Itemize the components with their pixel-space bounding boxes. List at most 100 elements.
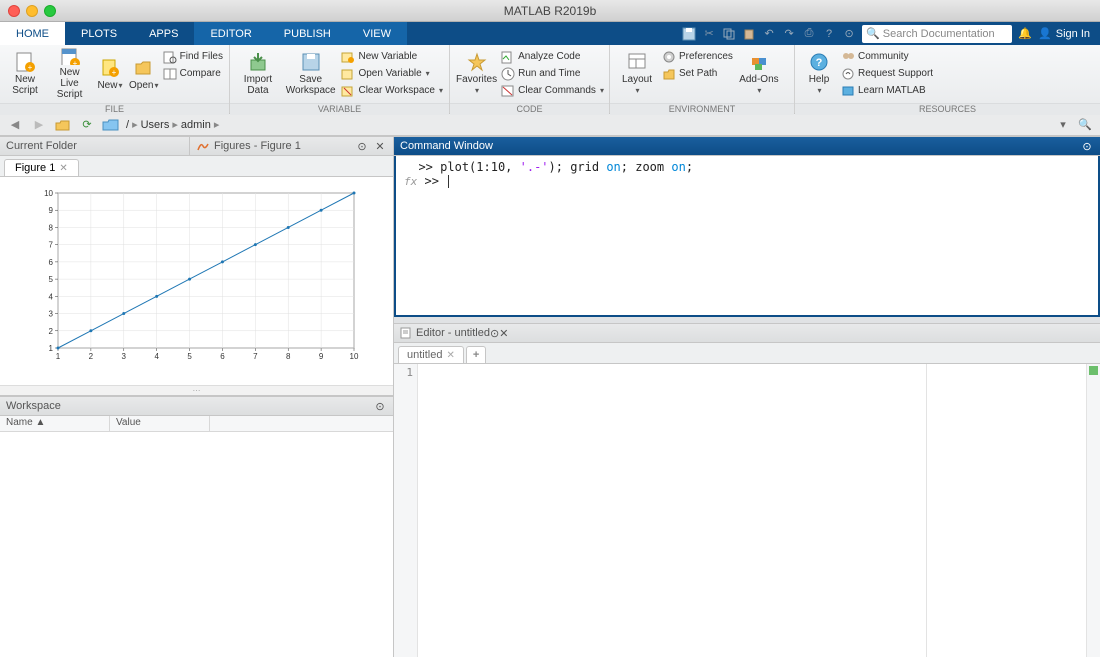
analyze-code-button[interactable]: Analyze Code — [501, 48, 604, 65]
compare-button[interactable]: Compare — [163, 65, 223, 82]
open-variable-button[interactable]: Open Variable ▾ — [341, 65, 443, 82]
learn-matlab-button[interactable]: Learn MATLAB — [841, 82, 933, 99]
window-close-button[interactable] — [8, 5, 20, 17]
tab-plots[interactable]: PLOTS — [65, 22, 133, 45]
cmd-text1: plot(1:10, — [440, 160, 519, 174]
folder-history-icon[interactable]: ⟳ — [78, 116, 96, 134]
breadcrumb[interactable]: /▸ Users▸ admin▸ — [126, 118, 219, 131]
minimize-ribbon-icon[interactable]: ⊙ — [842, 27, 856, 41]
new-variable-button[interactable]: New Variable — [341, 48, 443, 65]
workspace-col-name[interactable]: Name ▲ — [0, 416, 110, 431]
print-icon[interactable]: ⎙ — [802, 27, 816, 41]
bell-icon[interactable]: 🔔 — [1018, 27, 1032, 41]
tab-publish[interactable]: PUBLISH — [268, 22, 347, 45]
editor-tab-label: untitled — [407, 349, 442, 361]
workspace-actions-icon[interactable]: ⊙ — [373, 399, 387, 413]
community-button[interactable]: Community — [841, 48, 933, 65]
editor-text-area[interactable] — [418, 364, 926, 657]
workspace-body[interactable] — [0, 432, 393, 657]
set-path-button[interactable]: Set Path — [662, 65, 733, 82]
addons-button[interactable]: Add-Ons▾ — [737, 48, 781, 100]
breadcrumb-root[interactable]: / — [126, 119, 129, 131]
workspace-panel-header[interactable]: Workspace ⊙ — [0, 396, 393, 416]
figures-panel-header[interactable]: Figures - Figure 1 ⊙ ✕ — [190, 136, 393, 156]
chart-svg: 1234567891012345678910 — [40, 187, 360, 362]
current-folder-panel-header[interactable]: Current Folder — [0, 136, 190, 156]
svg-text:1: 1 — [49, 344, 54, 353]
window-minimize-button[interactable] — [26, 5, 38, 17]
editor-body[interactable]: 1 — [394, 364, 1100, 657]
save-workspace-button[interactable]: Save Workspace — [284, 48, 338, 100]
redo-icon[interactable]: ↷ — [782, 27, 796, 41]
copy-icon[interactable] — [722, 27, 736, 41]
svg-text:9: 9 — [319, 352, 324, 361]
layout-button[interactable]: Layout▾ — [616, 48, 658, 100]
svg-text:7: 7 — [49, 241, 54, 250]
run-and-time-button[interactable]: Run and Time — [501, 65, 604, 82]
clear-commands-button[interactable]: Clear Commands ▾ — [501, 82, 604, 99]
sign-in-button[interactable]: 👤 Sign In — [1038, 27, 1090, 40]
breadcrumb-admin[interactable]: admin — [181, 119, 211, 131]
import-data-button[interactable]: Import Data — [236, 48, 280, 100]
search-documentation-input[interactable]: 🔍 Search Documentation — [862, 25, 1012, 43]
editor-close-icon[interactable]: ✕ — [499, 327, 508, 340]
command-window-header[interactable]: Command Window ⊙ — [394, 136, 1100, 156]
figure-plot-area[interactable]: 1234567891012345678910 — [0, 177, 393, 385]
sign-in-label: Sign In — [1056, 28, 1090, 40]
figures-scroll-indicator: ⋯ — [0, 385, 393, 395]
clear-workspace-button[interactable]: Clear Workspace ▾ — [341, 82, 443, 99]
current-folder-icon[interactable] — [102, 116, 120, 134]
help-button[interactable]: ?Help▾ — [801, 48, 837, 100]
editor-panel-header[interactable]: Editor - untitled ⊙ ✕ — [394, 323, 1100, 343]
run-and-time-label: Run and Time — [518, 68, 580, 79]
figure-tab-1[interactable]: Figure 1 ✕ — [4, 159, 79, 176]
up-folder-button[interactable] — [54, 116, 72, 134]
svg-text:5: 5 — [187, 352, 192, 361]
address-bar: ◀ ▶ ⟳ /▸ Users▸ admin▸ ▾ 🔍 — [0, 114, 1100, 136]
figures-close-icon[interactable]: ✕ — [373, 139, 387, 153]
editor-gutter: 1 — [394, 364, 418, 657]
workspace-col-value[interactable]: Value — [110, 416, 210, 431]
breadcrumb-users[interactable]: Users — [141, 119, 170, 131]
window-zoom-button[interactable] — [44, 5, 56, 17]
cut-icon[interactable]: ✂ — [702, 27, 716, 41]
command-window-body[interactable]: >> plot(1:10, '.-'); grid on; zoom on; f… — [394, 156, 1100, 317]
svg-text:10: 10 — [44, 189, 53, 198]
tab-view[interactable]: VIEW — [347, 22, 407, 45]
forward-button[interactable]: ▶ — [30, 116, 48, 134]
new-live-script-button[interactable]: +New Live Script — [48, 48, 91, 100]
address-search-icon[interactable]: 🔍 — [1076, 116, 1094, 134]
preferences-button[interactable]: Preferences — [662, 48, 733, 65]
help-mini-icon[interactable]: ? — [822, 27, 836, 41]
open-label: Open — [129, 80, 153, 91]
svg-text:10: 10 — [350, 352, 359, 361]
open-variable-label: Open Variable — [358, 68, 421, 79]
favorites-button[interactable]: Favorites▾ — [456, 48, 497, 100]
find-files-button[interactable]: Find Files — [163, 48, 223, 65]
save-icon[interactable] — [682, 27, 696, 41]
gutter-line-1: 1 — [406, 366, 413, 379]
cmd-kw2: on — [671, 160, 685, 174]
undo-icon[interactable]: ↶ — [762, 27, 776, 41]
address-dropdown-icon[interactable]: ▾ — [1054, 116, 1072, 134]
new-script-button[interactable]: +New Script — [6, 48, 44, 100]
paste-icon[interactable] — [742, 27, 756, 41]
figures-actions-icon[interactable]: ⊙ — [355, 139, 369, 153]
cmd-text3: ; zoom — [621, 160, 672, 174]
new-button[interactable]: +New▾ — [95, 48, 125, 100]
tab-apps[interactable]: APPS — [133, 22, 194, 45]
editor-tab-untitled[interactable]: untitled ✕ — [398, 346, 464, 363]
open-button[interactable]: Open▾ — [129, 48, 159, 100]
back-button[interactable]: ◀ — [6, 116, 24, 134]
tab-editor[interactable]: EDITOR — [194, 22, 267, 45]
command-window-actions-icon[interactable]: ⊙ — [1080, 139, 1094, 153]
main-area: Current Folder Figures - Figure 1 ⊙ ✕ Fi… — [0, 136, 1100, 657]
tab-home[interactable]: HOME — [0, 22, 65, 45]
section-variable-label: VARIABLE — [230, 103, 449, 115]
editor-tab-close-icon[interactable]: ✕ — [446, 350, 454, 361]
figure-tab-close-icon[interactable]: ✕ — [59, 163, 67, 174]
request-support-button[interactable]: Request Support — [841, 65, 933, 82]
fx-icon[interactable]: fx — [404, 175, 417, 188]
editor-new-tab-button[interactable]: + — [466, 346, 486, 363]
editor-actions-icon[interactable]: ⊙ — [490, 327, 499, 340]
